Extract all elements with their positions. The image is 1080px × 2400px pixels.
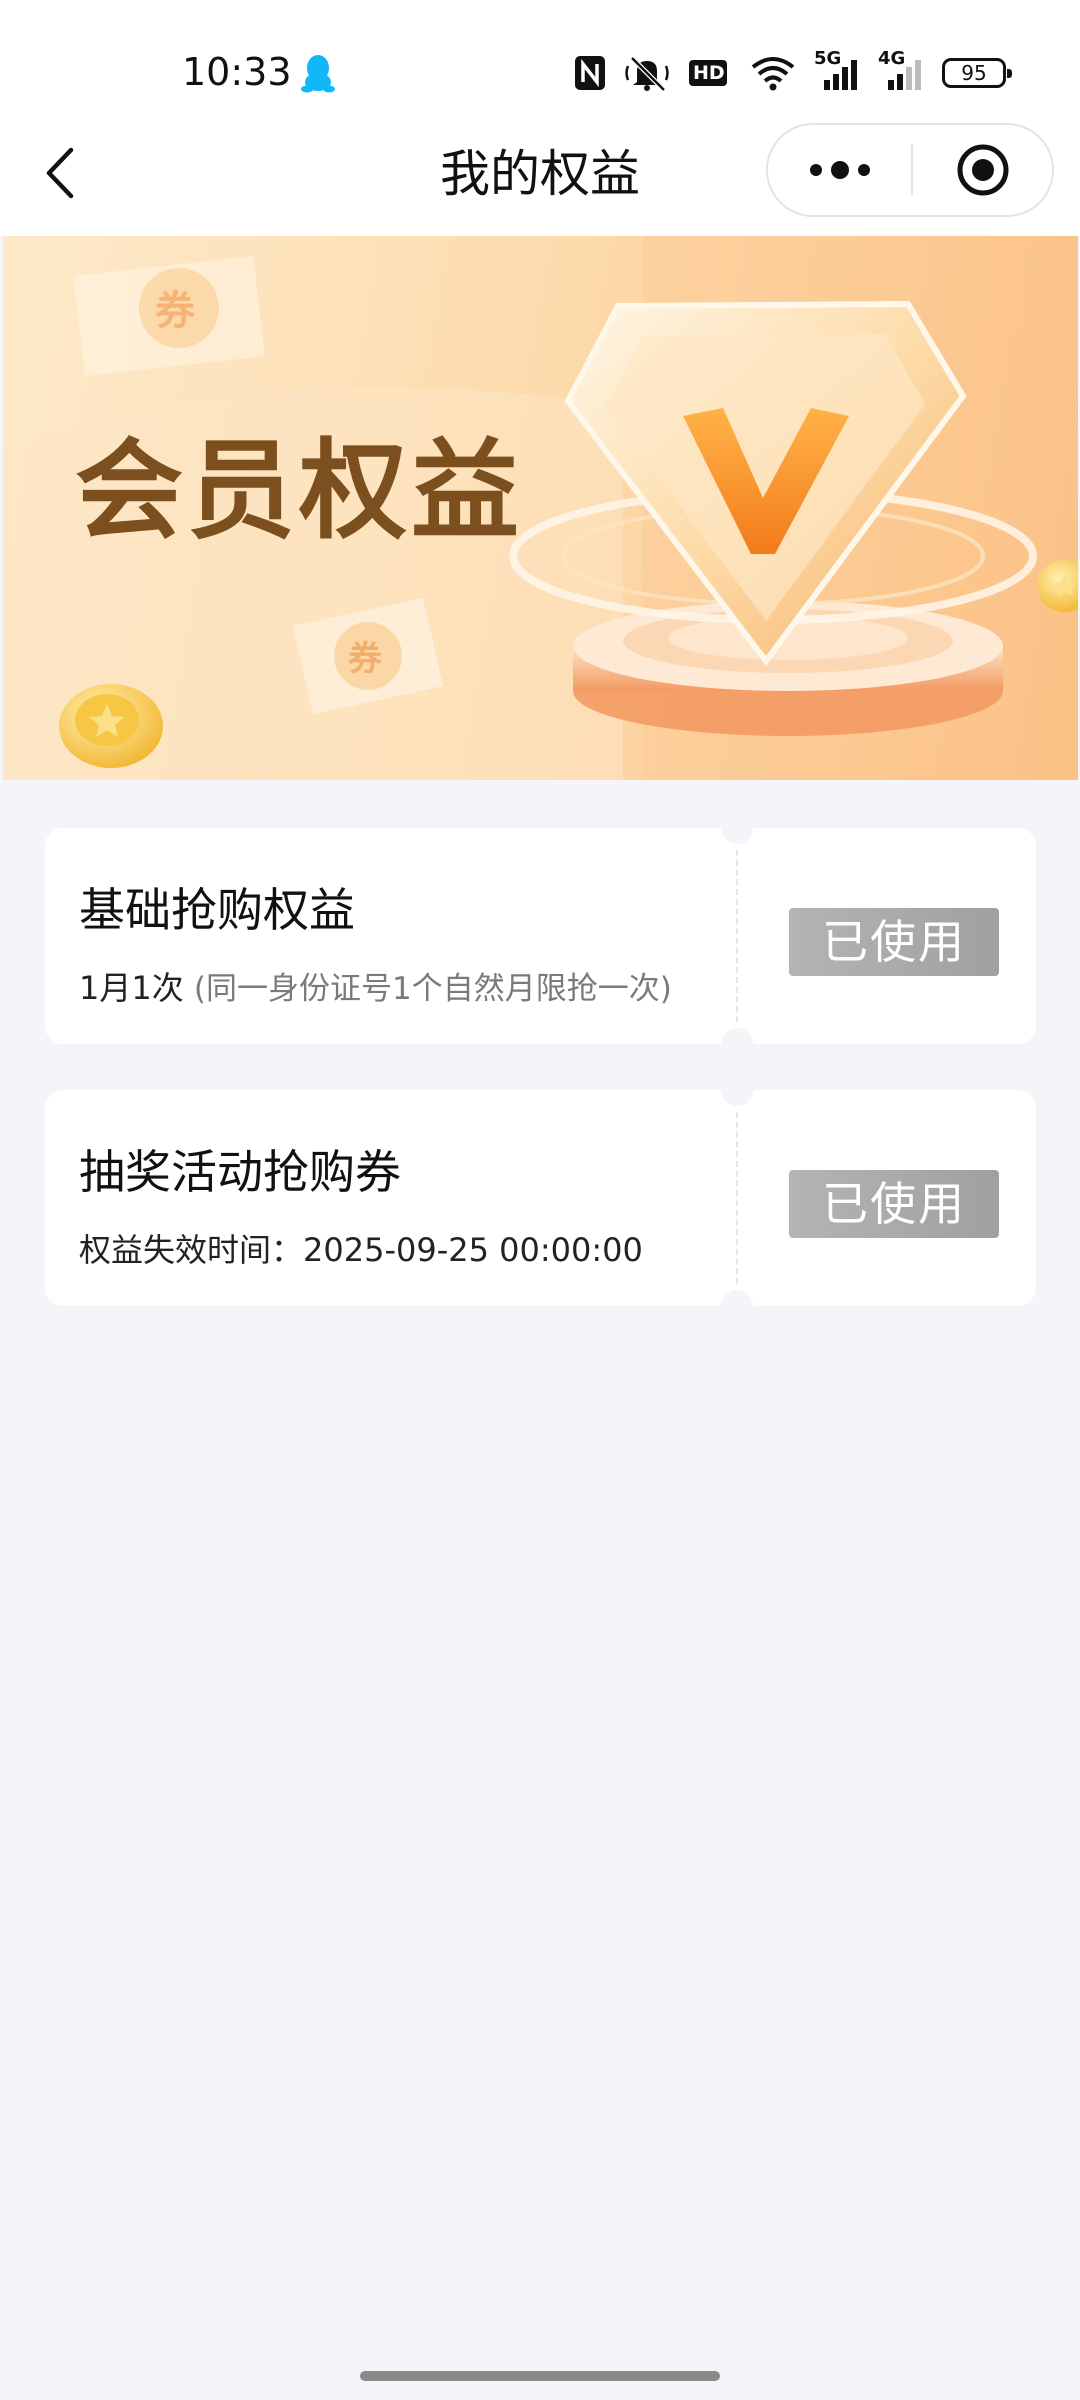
ticket-notch bbox=[721, 1074, 753, 1106]
more-button[interactable] bbox=[768, 125, 911, 215]
signal-5g-icon: 5G bbox=[814, 48, 860, 92]
benefit-note: (同一身份证号1个自然月限抢一次) bbox=[193, 971, 672, 1007]
target-close-icon bbox=[957, 144, 1008, 196]
close-mini-program-button[interactable] bbox=[913, 125, 1052, 215]
more-dots-icon bbox=[809, 161, 870, 179]
wifi-icon bbox=[751, 57, 795, 91]
ticket-notch bbox=[721, 812, 753, 844]
battery-level: 95 bbox=[961, 61, 987, 85]
benefit-frequency: 1月1次 bbox=[79, 969, 184, 1007]
benefit-title: 基础抢购权益 bbox=[79, 883, 355, 937]
benefit-title: 抽奖活动抢购券 bbox=[79, 1145, 401, 1199]
ticket-notch bbox=[721, 1028, 753, 1060]
benefit-card: 抽奖活动抢购券 权益失效时间：2025-09-25 00:00:00 已使用 bbox=[45, 1074, 1036, 1322]
hd-label: HD bbox=[693, 62, 725, 84]
status-time: 10:33 bbox=[182, 50, 292, 94]
member-benefits-banner: 券 券 会员权益 bbox=[3, 236, 1078, 780]
benefit-detail: 1月1次 (同一身份证号1个自然月限抢一次) bbox=[79, 966, 672, 1011]
banner-title: 会员权益 bbox=[75, 429, 524, 554]
ticket-perforation bbox=[736, 1112, 738, 1284]
ticket-notch bbox=[721, 1290, 753, 1322]
mute-icon bbox=[625, 56, 669, 92]
qq-notification-icon bbox=[301, 55, 335, 93]
svg-text:券: 券 bbox=[155, 288, 196, 334]
hd-voice-icon: HD bbox=[688, 57, 732, 89]
status-icons: HD 5G 4G 95 bbox=[574, 48, 1012, 98]
battery-indicator: 95 bbox=[942, 58, 1012, 88]
ticket-perforation bbox=[736, 850, 738, 1022]
nav-bar: 我的权益 bbox=[0, 112, 1080, 236]
used-status-button[interactable]: 已使用 bbox=[789, 1170, 999, 1238]
gold-coin-left bbox=[59, 684, 163, 768]
svg-text:券: 券 bbox=[348, 639, 383, 679]
benefit-card: 基础抢购权益 1月1次 (同一身份证号1个自然月限抢一次) 已使用 bbox=[45, 812, 1036, 1060]
coupon-ticket-top: 券 bbox=[73, 256, 265, 376]
used-status-button[interactable]: 已使用 bbox=[789, 908, 999, 976]
home-indicator[interactable] bbox=[360, 2371, 720, 2381]
nfc-icon bbox=[575, 56, 605, 90]
signal-4g-icon: 4G bbox=[878, 48, 924, 92]
benefit-expiry: 权益失效时间：2025-09-25 00:00:00 bbox=[79, 1231, 643, 1269]
mini-program-capsule bbox=[766, 123, 1054, 217]
